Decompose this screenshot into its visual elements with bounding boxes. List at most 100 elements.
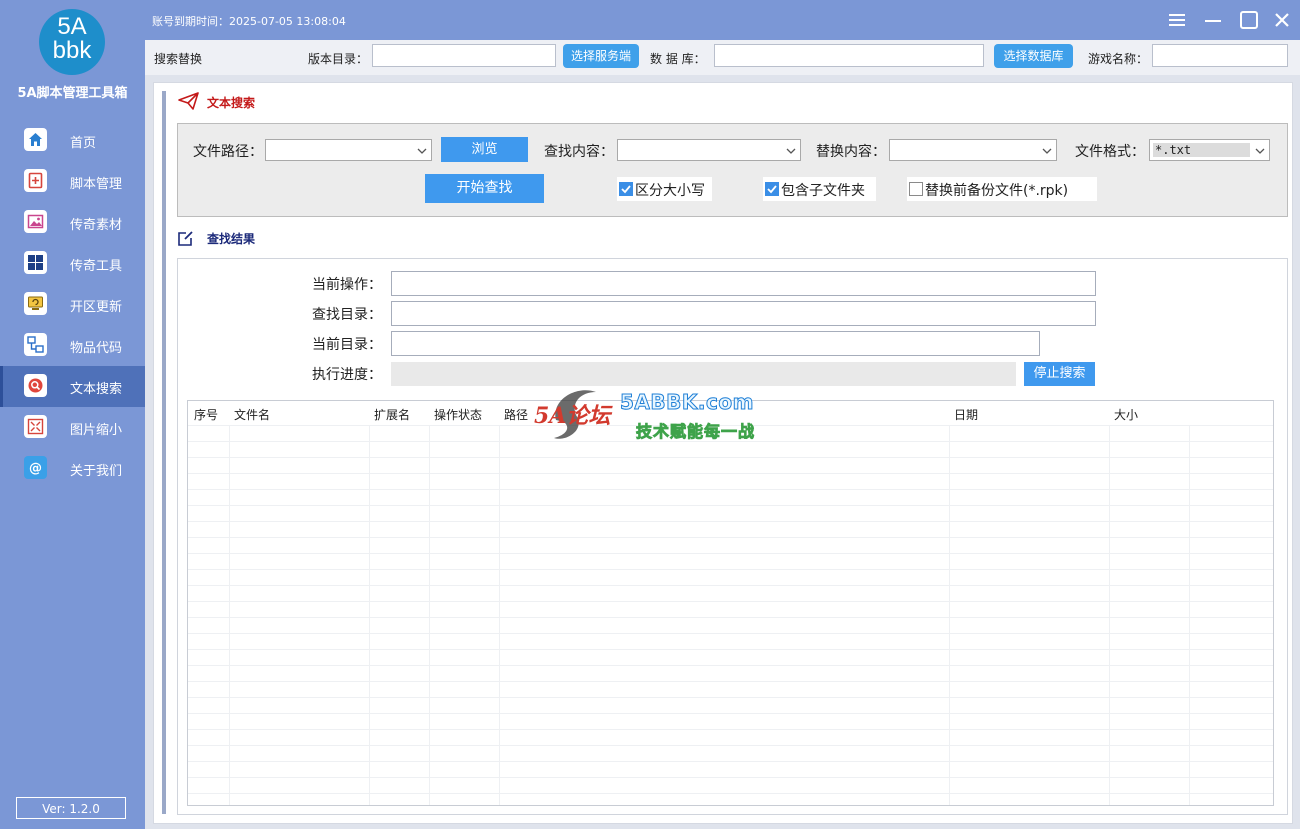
column-header-index[interactable]: 序号 [194, 406, 218, 423]
progress-label: 执行进度： [312, 367, 382, 383]
logo-line2: bbk [52, 37, 92, 64]
chevron-down-icon [1255, 145, 1265, 160]
table-column-divider [1189, 425, 1190, 805]
case-sensitive-option[interactable]: 区分大小写 [617, 177, 712, 201]
column-header-path[interactable]: 路径 [504, 406, 528, 423]
table-row [188, 505, 1273, 506]
sidebar-item-about-us[interactable]: @ 关于我们 [0, 448, 145, 489]
sidebar-item-label: 首页 [70, 136, 97, 151]
sidebar-item-label: 传奇素材 [70, 218, 123, 233]
checkbox-checked-icon[interactable] [619, 182, 633, 196]
search-dir-field[interactable] [391, 301, 1096, 326]
table-row [188, 553, 1273, 554]
sidebar-item-legend-tools[interactable]: 传奇工具 [0, 243, 145, 284]
table-row [188, 665, 1273, 666]
sidebar-item-image-shrink[interactable]: 图片缩小 [0, 407, 145, 448]
current-dir-label: 当前目录： [312, 337, 382, 353]
sidebar-nav: 首页 脚本管理 传奇素材 传奇工具 开区更新 物品代码 文本搜索 图片缩小 @ … [0, 120, 145, 489]
stop-search-button[interactable]: 停止搜索 [1024, 362, 1095, 386]
sidebar-item-home[interactable]: 首页 [0, 120, 145, 161]
sidebar-item-item-codes[interactable]: 物品代码 [0, 325, 145, 366]
sidebar-item-label: 开区更新 [70, 300, 123, 315]
forum-watermark: 5A论坛 5ABBK.com 技术赋能每一战 [528, 378, 773, 452]
sidebar-item-text-search[interactable]: 文本搜索 [0, 366, 145, 407]
table-column-divider [499, 425, 500, 805]
top-toolbar: 搜索替换 版本目录： 选择服务端 数 据 库： 选择数据库 游戏名称： [145, 40, 1300, 75]
edit-icon [177, 229, 195, 251]
select-server-button[interactable]: 选择服务端 [563, 44, 639, 68]
panel-accent-bar [162, 91, 166, 814]
table-row [188, 457, 1273, 458]
sidebar-item-script-manage[interactable]: 脚本管理 [0, 161, 145, 202]
maximize-icon[interactable] [1239, 10, 1259, 30]
file-format-select[interactable]: *.txt [1149, 139, 1270, 161]
table-row [188, 777, 1273, 778]
menu-icon[interactable] [1167, 10, 1187, 30]
find-content-combo[interactable] [617, 139, 801, 161]
file-format-value: *.txt [1153, 143, 1250, 157]
table-row [188, 585, 1273, 586]
shrink-icon [24, 415, 47, 438]
table-row [188, 649, 1273, 650]
database-input[interactable] [714, 44, 984, 67]
checkbox-checked-icon[interactable] [765, 182, 779, 196]
grid-icon [24, 251, 47, 274]
sidebar-item-label: 脚本管理 [70, 177, 123, 192]
at-icon: @ [24, 456, 47, 479]
table-row [188, 473, 1273, 474]
select-database-button[interactable]: 选择数据库 [994, 44, 1073, 68]
main-panel: 文本搜索 文件路径： 浏览 查找内容： 替换内容： 文件格式： *.txt 开始… [153, 82, 1293, 824]
home-icon [24, 128, 47, 151]
search-dir-label: 查找目录： [312, 307, 382, 323]
sidebar-item-label: 文本搜索 [70, 382, 123, 397]
chevron-down-icon [417, 145, 427, 160]
table-row [188, 617, 1273, 618]
database-label: 数 据 库： [650, 52, 706, 66]
table-row [188, 745, 1273, 746]
refresh-monitor-icon [24, 292, 47, 315]
table-row [188, 729, 1273, 730]
table-row [188, 521, 1273, 522]
svg-text:@: @ [29, 461, 42, 476]
table-row [188, 697, 1273, 698]
replace-content-combo[interactable] [889, 139, 1057, 161]
account-expiry-text: 账号到期时间：2025-07-05 13:08:04 [152, 15, 346, 28]
app-title: 5A脚本管理工具箱 [17, 86, 128, 101]
version-dir-input[interactable] [372, 44, 556, 67]
text-search-title: 文本搜索 [207, 96, 256, 110]
file-path-label: 文件路径： [193, 144, 263, 160]
table-column-divider [429, 425, 430, 805]
results-table[interactable]: 序号 文件名 扩展名 操作状态 路径 日期 大小 [187, 400, 1274, 806]
checkbox-unchecked-icon[interactable] [909, 182, 923, 196]
file-path-combo[interactable] [265, 139, 432, 161]
image-icon [24, 210, 47, 233]
browse-button[interactable]: 浏览 [441, 137, 528, 162]
results-title: 查找结果 [207, 232, 256, 246]
column-header-extension[interactable]: 扩展名 [374, 406, 410, 423]
table-row [188, 569, 1273, 570]
close-icon[interactable] [1272, 10, 1292, 30]
version-dir-label: 版本目录： [308, 52, 369, 66]
sidebar-item-server-update[interactable]: 开区更新 [0, 284, 145, 325]
table-row [188, 761, 1273, 762]
game-name-input[interactable] [1152, 44, 1288, 67]
table-column-divider [949, 425, 950, 805]
current-op-field[interactable] [391, 271, 1096, 296]
column-header-size[interactable]: 大小 [1114, 406, 1138, 423]
backup-label: 替换前备份文件(*.rpk) [925, 183, 1069, 199]
table-row [188, 633, 1273, 634]
backup-option[interactable]: 替换前备份文件(*.rpk) [907, 177, 1097, 201]
column-header-date[interactable]: 日期 [954, 406, 978, 423]
paper-plane-icon [178, 92, 200, 114]
current-dir-field[interactable] [391, 331, 1040, 356]
column-header-status[interactable]: 操作状态 [434, 406, 482, 423]
column-header-filename[interactable]: 文件名 [234, 406, 270, 423]
include-subfolders-option[interactable]: 包含子文件夹 [763, 177, 876, 201]
sidebar: 5A bbk 5A脚本管理工具箱 首页 脚本管理 传奇素材 传奇工具 开区更新 … [0, 0, 145, 829]
minimize-icon[interactable] [1203, 10, 1223, 30]
chevron-down-icon [786, 145, 796, 160]
sidebar-item-label: 关于我们 [70, 464, 123, 479]
start-search-button[interactable]: 开始查找 [425, 174, 544, 203]
sidebar-item-legend-assets[interactable]: 传奇素材 [0, 202, 145, 243]
network-icon [24, 333, 47, 356]
